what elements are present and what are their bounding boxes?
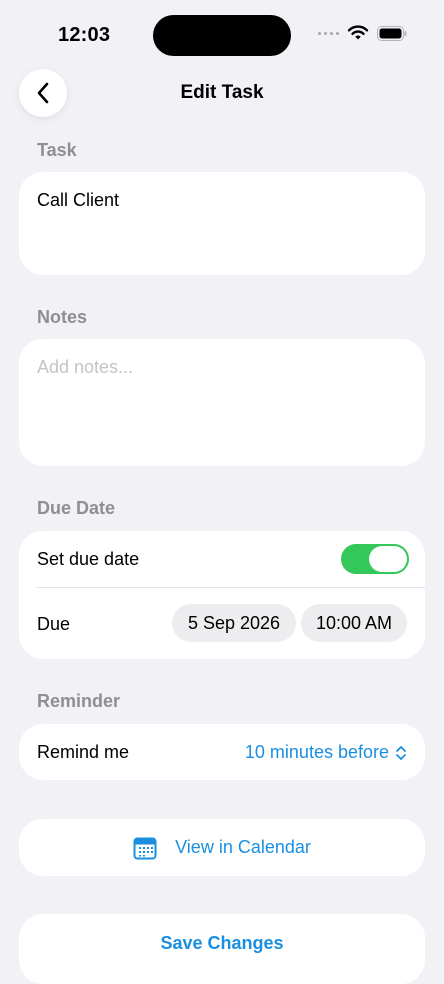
wifi-icon — [347, 25, 369, 40]
calendar-icon — [133, 837, 157, 859]
due-date-section-label: Due Date — [37, 498, 116, 518]
reminder-value: 10 minutes before — [244, 742, 389, 762]
due-label: Due — [37, 614, 71, 634]
page-title: Edit Task — [180, 82, 264, 103]
task-input[interactable]: Call Client — [37, 190, 119, 211]
status-icons — [318, 25, 407, 41]
toggle-knob — [369, 546, 407, 572]
due-time-picker[interactable]: 10:00 AM — [301, 604, 407, 642]
save-changes-button[interactable]: Save Changes — [19, 914, 425, 984]
task-field[interactable]: Call Client — [19, 172, 425, 275]
remind-me-label: Remind me — [37, 742, 130, 762]
cellular-signal-icon — [318, 31, 339, 35]
status-bar: 12:03 — [0, 0, 444, 70]
reminder-card: Remind me 10 minutes before — [19, 724, 425, 780]
notes-input-placeholder[interactable]: Add notes... — [37, 357, 133, 378]
status-time: 12:03 — [58, 24, 111, 46]
set-due-date-toggle[interactable] — [341, 544, 409, 574]
reminder-picker[interactable]: 10 minutes before — [245, 742, 407, 763]
chevron-up-down-icon — [396, 745, 406, 760]
divider — [37, 587, 425, 588]
view-in-calendar-button[interactable]: View in Calendar — [19, 819, 425, 876]
view-in-calendar-label: View in Calendar — [175, 837, 311, 857]
set-due-date-label: Set due date — [37, 549, 140, 569]
due-date-card: Set due date Due 5 Sep 2026 10:00 AM — [19, 531, 425, 659]
notes-field[interactable]: Add notes... — [19, 339, 425, 466]
save-changes-label: Save Changes — [160, 933, 284, 953]
reminder-section-label: Reminder — [37, 691, 121, 711]
notes-section-label: Notes — [37, 307, 88, 327]
dynamic-island — [153, 15, 291, 56]
task-section-label: Task — [37, 140, 77, 160]
due-date-picker[interactable]: 5 Sep 2026 — [172, 604, 296, 642]
battery-icon — [377, 25, 407, 41]
